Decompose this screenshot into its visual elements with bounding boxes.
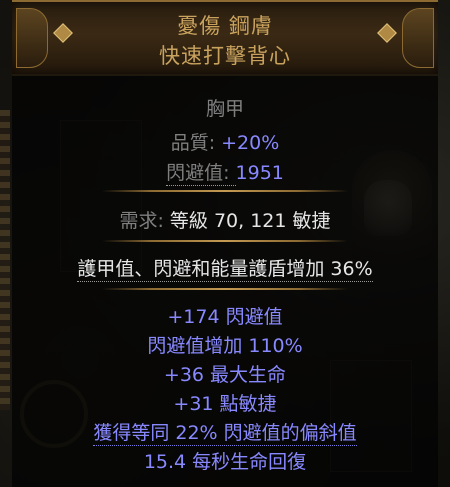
tooltip-body: 胸甲 品質: +20% 閃避值: 1951 需求: 等級 70, 121 敏捷 …: [12, 74, 438, 487]
item-base-type: 快速打擊背心: [159, 44, 291, 68]
explicit-mod: 獲得等同 22% 閃避值的偏斜值: [93, 422, 357, 446]
property-quality: 品質: +20%: [12, 128, 438, 155]
separator: [102, 288, 348, 290]
explicit-mod: +36 最大生命: [163, 364, 287, 386]
property-value: +20%: [221, 132, 280, 154]
separator: [102, 240, 348, 242]
item-class: 胸甲: [205, 98, 244, 120]
explicit-mod: +174 閃避值: [167, 306, 283, 328]
explicit-mod: 閃避值增加 110%: [147, 335, 303, 357]
tooltip-header: 憂傷 鋼膚 快速打擊背心: [12, 0, 438, 76]
item-tooltip: 憂傷 鋼膚 快速打擊背心 胸甲 品質: +20% 閃避值: 1951 需求: 等…: [12, 0, 438, 487]
chain-ornament: [0, 110, 10, 410]
game-screen: 憂傷 鋼膚 快速打擊背心 胸甲 品質: +20% 閃避值: 1951 需求: 等…: [0, 0, 450, 487]
property-value: 1951: [235, 162, 284, 184]
enchant-mod: 護甲值、閃避和能量護盾增加 36%: [77, 258, 373, 282]
explicit-mod: +31 點敏捷: [173, 393, 277, 415]
requirements-text: 等級 70, 121 敏捷: [169, 210, 331, 232]
requirements: 需求: 等級 70, 121 敏捷: [12, 206, 438, 233]
property-label: 品質:: [170, 132, 222, 154]
explicit-mod: 15.4 每秒生命回復: [143, 451, 307, 473]
property-evasion: 閃避值: 1951: [12, 158, 438, 186]
requirements-label: 需求:: [119, 210, 170, 232]
property-label: 閃避值:: [166, 162, 236, 186]
item-name: 憂傷 鋼膚: [177, 14, 273, 38]
separator: [102, 190, 348, 192]
